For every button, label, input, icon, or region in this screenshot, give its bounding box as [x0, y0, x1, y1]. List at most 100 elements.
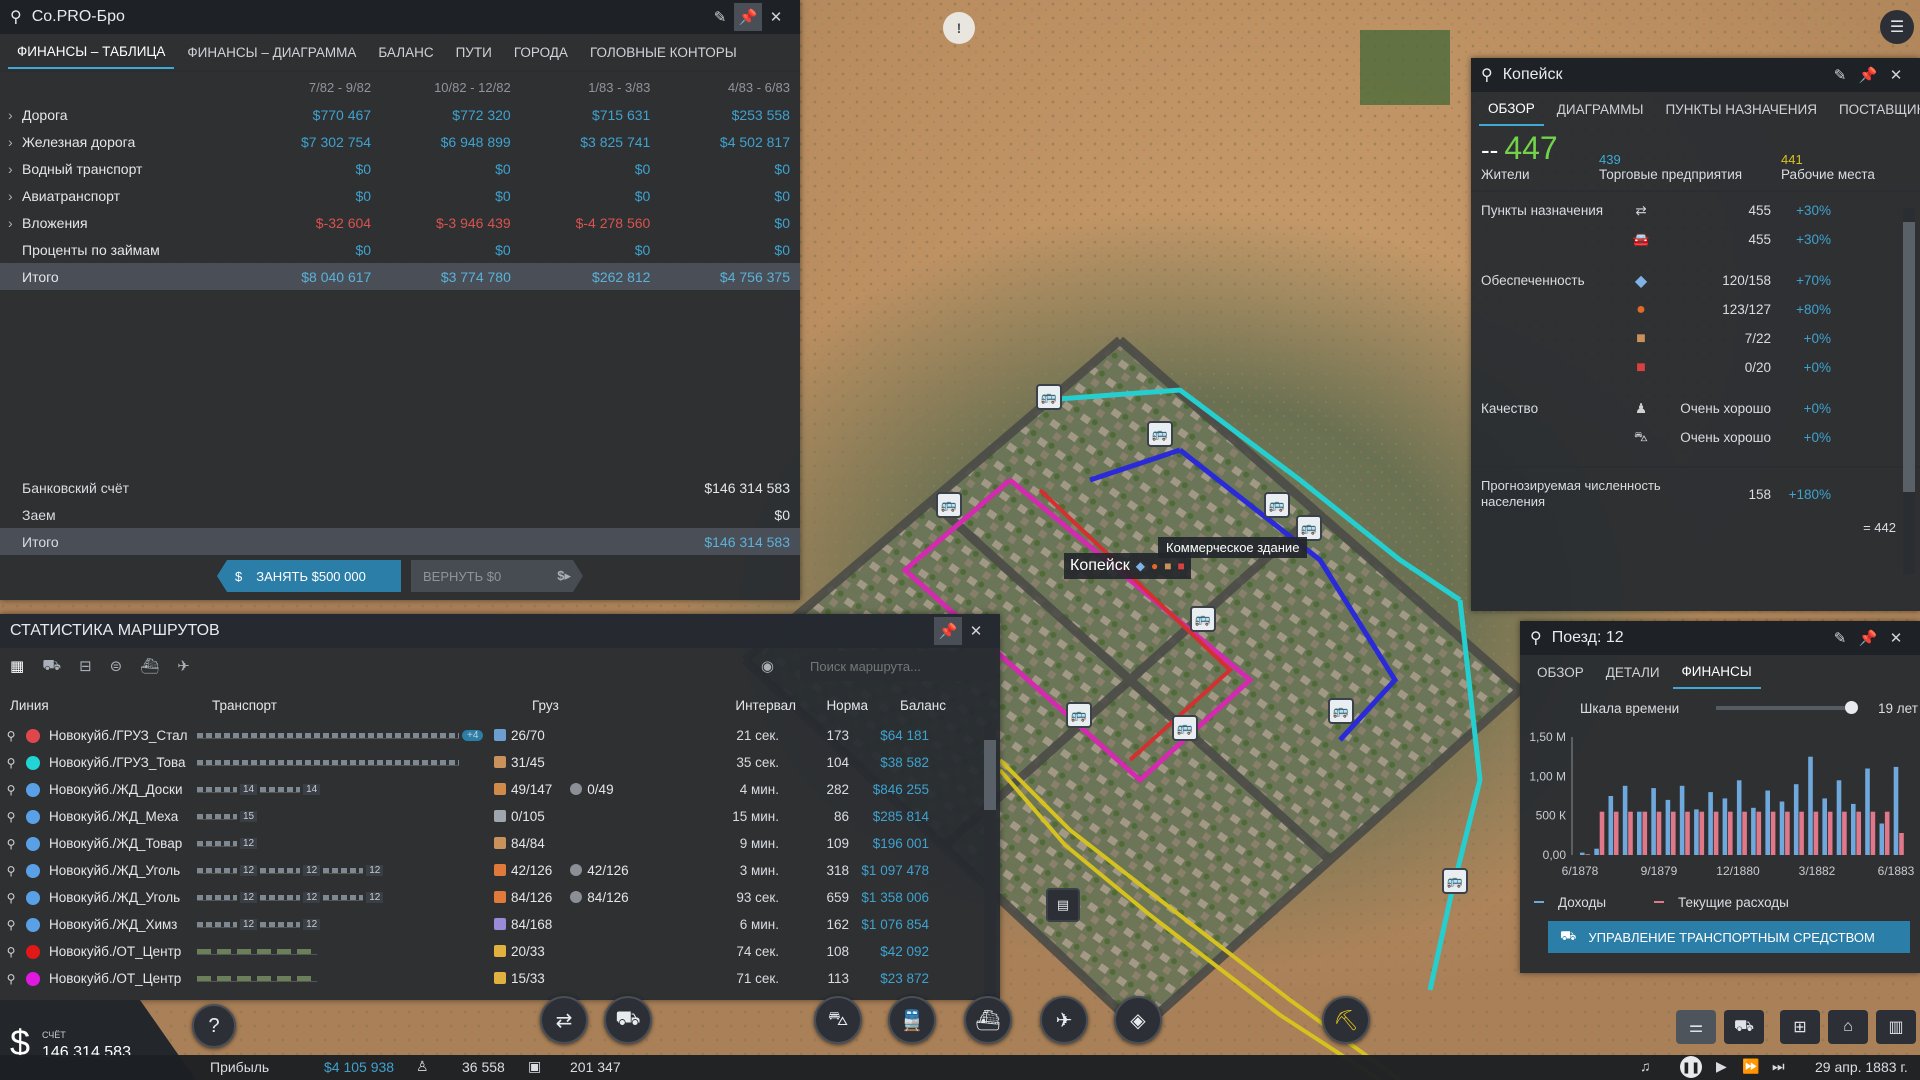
ship-filter-icon[interactable]: ⛴ [140, 657, 159, 675]
bus-stop-icon[interactable]: 🚌 [1442, 868, 1468, 894]
station-icon[interactable]: ▤ [1046, 888, 1080, 922]
pin-icon[interactable]: 📌 [734, 3, 762, 31]
vehicles-button[interactable]: ⛟ [604, 996, 652, 1044]
chevron-right-icon[interactable]: › [8, 107, 22, 123]
slider-knob[interactable] [1845, 701, 1858, 714]
tab-balance[interactable]: БАЛАНС [369, 36, 442, 68]
bus-stop-icon[interactable]: 🚌 [1036, 384, 1062, 410]
town-list-icon[interactable]: ▥ [1876, 1010, 1916, 1044]
close-icon[interactable]: ✕ [762, 3, 790, 31]
borrow-button[interactable]: $ ЗАНЯТЬ $500 000 [217, 560, 401, 592]
rail-build-button[interactable]: 🚆 [888, 996, 936, 1044]
col-cargo[interactable]: Груз [532, 698, 732, 713]
tab-destinations[interactable]: ПУНКТЫ НАЗНАЧЕНИЯ [1656, 93, 1826, 125]
bulldoze-button[interactable]: ⛏ [1322, 996, 1370, 1044]
finance-titlebar[interactable]: ⚲ Co.PRO-Бро ✎ 📌 ✕ [0, 0, 800, 34]
close-icon[interactable]: ✕ [1882, 624, 1910, 652]
tab-details[interactable]: ДЕТАЛИ [1597, 656, 1669, 688]
finance-row[interactable]: › Авиатранспорт $0 $0 $0 $0 [0, 182, 800, 209]
tab-finance-table[interactable]: ФИНАНСЫ – ТАБЛИЦА [8, 35, 175, 69]
location-pin-icon[interactable]: ⚲ [0, 810, 22, 824]
road-build-button[interactable]: ⛍ [814, 996, 862, 1044]
tab-cities[interactable]: ГОРОДА [505, 36, 577, 68]
all-filter-icon[interactable]: ▦ [10, 657, 24, 675]
water-build-button[interactable]: ⛴ [964, 996, 1012, 1044]
route-scrollbar[interactable] [984, 726, 996, 1000]
tab-overview[interactable]: ОБЗОР [1479, 92, 1544, 126]
chevron-right-icon[interactable]: › [8, 134, 22, 150]
col-transport[interactable]: Транспорт [212, 698, 532, 713]
routes-button[interactable]: ⇄ [540, 996, 588, 1044]
fast-forward-icon[interactable]: ⏩ [1742, 1058, 1759, 1075]
tab-headquarters[interactable]: ГОЛОВНЫЕ КОНТОРЫ [581, 36, 746, 68]
route-row[interactable]: ⚲ Новокуйб./ЖД_Товар 12 84/84 9 мин. 109 $196 … [0, 830, 1000, 857]
finance-row[interactable]: › Железная дорога $7 302 754 $6 948 899 $3 8… [0, 128, 800, 155]
route-row[interactable]: ⚲ Новокуйб./ЖД_Химз 12 12 84/168 6 мин. 162 $1 … [0, 911, 1000, 938]
location-pin-icon[interactable]: ⚲ [0, 864, 22, 878]
chevron-right-icon[interactable]: › [8, 161, 22, 177]
air-build-button[interactable]: ✈ [1040, 996, 1088, 1044]
route-stats-titlebar[interactable]: СТАТИСТИКА МАРШРУТОВ 📌 ✕ [0, 614, 1000, 648]
chevron-right-icon[interactable]: › [8, 215, 22, 231]
tab-finance-chart[interactable]: ФИНАНСЫ – ДИАГРАММА [178, 36, 365, 68]
repay-button[interactable]: ВЕРНУТЬ $0 $▸ [411, 560, 583, 592]
terrain-button[interactable]: ◈ [1114, 996, 1162, 1044]
finance-row[interactable]: › Водный транспорт $0 $0 $0 $0 [0, 155, 800, 182]
tab-suppliers[interactable]: ПОСТАВЩИКИ [1830, 93, 1920, 125]
finance-row[interactable]: › Дорога $770 467 $772 320 $715 631 $253 558 [0, 101, 800, 128]
pause-icon[interactable]: ❚❚ [1680, 1056, 1702, 1078]
eye-icon[interactable]: ◉ [761, 657, 774, 675]
location-pin-icon[interactable]: ⚲ [0, 837, 22, 851]
location-pin-icon[interactable]: ⚲ [0, 891, 22, 905]
route-row[interactable]: ⚲ Новокуйб./ОТ_Центр 15/33 71 сек. 113 $23 87… [0, 965, 1000, 992]
col-balance[interactable]: Баланс [868, 698, 946, 713]
town-titlebar[interactable]: ⚲ Копейск ✎ 📌 ✕ [1471, 58, 1920, 92]
layers-icon[interactable]: ⚌ [1676, 1010, 1716, 1044]
edit-icon[interactable]: ✎ [706, 3, 734, 31]
route-row[interactable]: ⚲ Новокуйб./ГРУЗ_Стал +4 26/70 21 сек. 173 $64… [0, 722, 1000, 749]
tab-finances[interactable]: ФИНАНСЫ [1672, 655, 1761, 689]
route-search-input[interactable] [800, 651, 996, 681]
location-pin-icon[interactable]: ⚲ [0, 945, 22, 959]
bus-stop-icon[interactable]: 🚌 [1328, 698, 1354, 724]
bus-stop-icon[interactable]: 🚌 [1147, 421, 1173, 447]
train-titlebar[interactable]: ⚲ Поезд: 12 ✎ 📌 ✕ [1520, 621, 1920, 655]
col-interval[interactable]: Интервал [732, 698, 796, 713]
pin-icon[interactable]: 📌 [1854, 61, 1882, 89]
location-pin-icon[interactable]: ⚲ [0, 729, 22, 743]
music-icon[interactable]: ♫ [1640, 1058, 1651, 1074]
route-row[interactable]: ⚲ Новокуйб./ЖД_Доски 14 14 49/147 0/49 4 мин. 2… [0, 776, 1000, 803]
chevron-right-icon[interactable]: › [8, 188, 22, 204]
col-norm[interactable]: Норма [796, 698, 868, 713]
edit-icon[interactable]: ✎ [1826, 61, 1854, 89]
bus-stop-icon[interactable]: 🚌 [936, 492, 962, 518]
stations-icon[interactable]: ⊞ [1780, 1010, 1820, 1044]
bus-stop-icon[interactable]: 🚌 [1190, 606, 1216, 632]
bus-filter-icon[interactable]: ⛟ [42, 657, 61, 676]
close-icon[interactable]: ✕ [1882, 61, 1910, 89]
bus-stop-icon[interactable]: 🚌 [1066, 702, 1092, 728]
bus-stop-icon[interactable]: 🚌 [1172, 715, 1198, 741]
close-icon[interactable]: ✕ [962, 617, 990, 645]
location-pin-icon[interactable]: ⚲ [0, 783, 22, 797]
route-row[interactable]: ⚲ Новокуйб./ГРУЗ_Това 31/45 35 сек. 104 $38 5… [0, 749, 1000, 776]
manage-vehicle-button[interactable]: ⛟ УПРАВЛЕНИЕ ТРАНСПОРТНЫМ СРЕДСТВОМ [1548, 921, 1910, 953]
vehicle-list-icon[interactable]: ⛟ [1724, 1010, 1764, 1044]
tab-overview[interactable]: ОБЗОР [1528, 656, 1593, 688]
industry-icon[interactable]: ⌂ [1828, 1010, 1868, 1044]
fastest-forward-icon[interactable]: ⏭ [1772, 1058, 1785, 1075]
col-line[interactable]: Линия [0, 698, 212, 713]
plane-filter-icon[interactable]: ✈ [177, 657, 190, 675]
bus-stop-icon[interactable]: 🚌 [1264, 492, 1290, 518]
timescale-slider[interactable] [1716, 701, 1858, 714]
help-button[interactable]: ? [192, 1004, 236, 1048]
location-pin-icon[interactable]: ⚲ [0, 918, 22, 932]
pin-icon[interactable]: 📌 [1854, 624, 1882, 652]
location-pin-icon[interactable]: ⚲ [0, 972, 22, 986]
location-pin-icon[interactable]: ⚲ [0, 756, 22, 770]
train-filter-icon[interactable]: ⊜ [110, 657, 123, 675]
tram-filter-icon[interactable]: ⊟ [79, 657, 92, 675]
warning-icon[interactable]: ! [943, 12, 975, 44]
route-row[interactable]: ⚲ Новокуйб./ЖД_Меха 15 0/105 15 мин. 86 $285 8… [0, 803, 1000, 830]
pin-icon[interactable]: 📌 [934, 617, 962, 645]
